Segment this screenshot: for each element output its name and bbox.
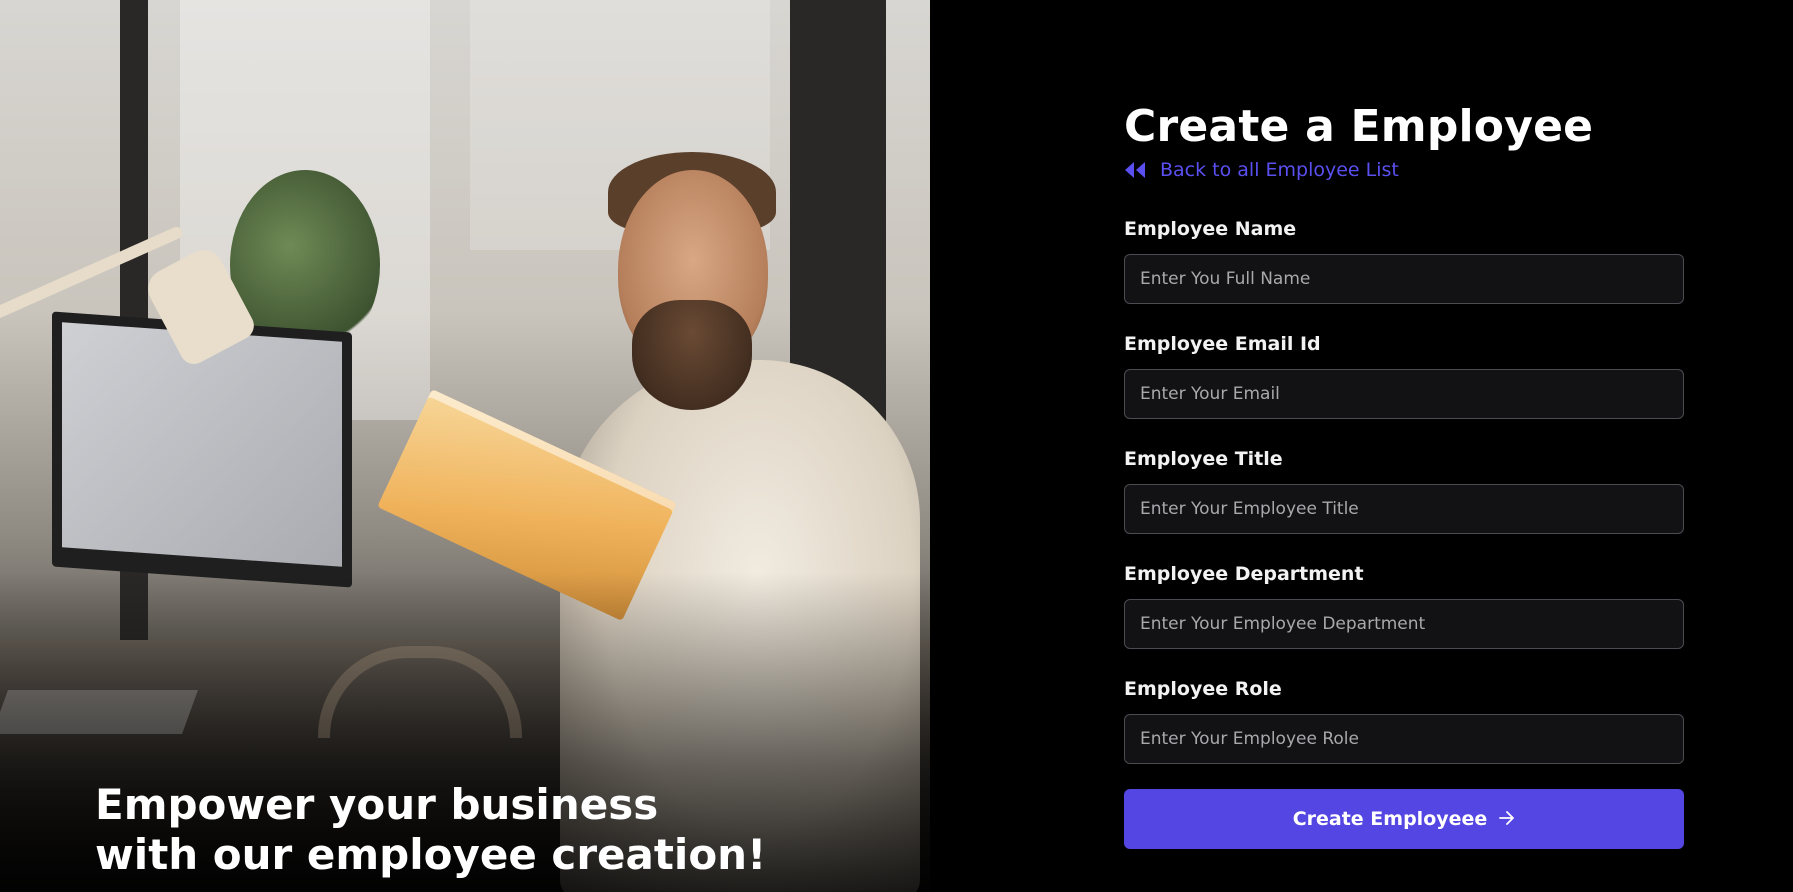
- employee-title-input[interactable]: [1124, 484, 1684, 534]
- employee-role-field: Employee Role: [1124, 678, 1684, 764]
- hero-tagline: Empower your business with our employee …: [95, 780, 795, 880]
- employee-title-field: Employee Title: [1124, 448, 1684, 534]
- create-employee-button[interactable]: Create Employeee: [1124, 789, 1684, 849]
- arrow-right-icon: [1499, 808, 1515, 830]
- form-panel: Create a Employee Back to all Employee L…: [930, 0, 1793, 892]
- page-title: Create a Employee: [1124, 101, 1594, 152]
- employee-department-input[interactable]: [1124, 599, 1684, 649]
- employee-form: Create a Employee Back to all Employee L…: [1124, 98, 1684, 849]
- employee-email-label: Employee Email Id: [1124, 333, 1321, 355]
- back-to-list-label: Back to all Employee List: [1160, 159, 1399, 181]
- hero-tagline-line2: with our employee creation!: [95, 830, 767, 879]
- employee-role-label: Employee Role: [1124, 678, 1282, 700]
- hero-image: Empower your business with our employee …: [0, 0, 930, 892]
- employee-name-label: Employee Name: [1124, 218, 1297, 240]
- create-employee-button-label: Create Employeee: [1292, 808, 1488, 830]
- create-employee-page: Empower your business with our employee …: [0, 0, 1793, 892]
- person-beard: [632, 300, 752, 410]
- hero-tagline-line1: Empower your business: [95, 780, 659, 829]
- employee-title-label: Employee Title: [1124, 448, 1283, 470]
- back-to-list-link[interactable]: Back to all Employee List: [1124, 156, 1684, 184]
- employee-role-input[interactable]: [1124, 714, 1684, 764]
- double-chevron-left-icon: [1124, 161, 1146, 179]
- employee-department-field: Employee Department: [1124, 563, 1684, 649]
- employee-name-field: Employee Name: [1124, 218, 1684, 304]
- employee-email-input[interactable]: [1124, 369, 1684, 419]
- employee-department-label: Employee Department: [1124, 563, 1364, 585]
- employee-email-field: Employee Email Id: [1124, 333, 1684, 419]
- employee-name-input[interactable]: [1124, 254, 1684, 304]
